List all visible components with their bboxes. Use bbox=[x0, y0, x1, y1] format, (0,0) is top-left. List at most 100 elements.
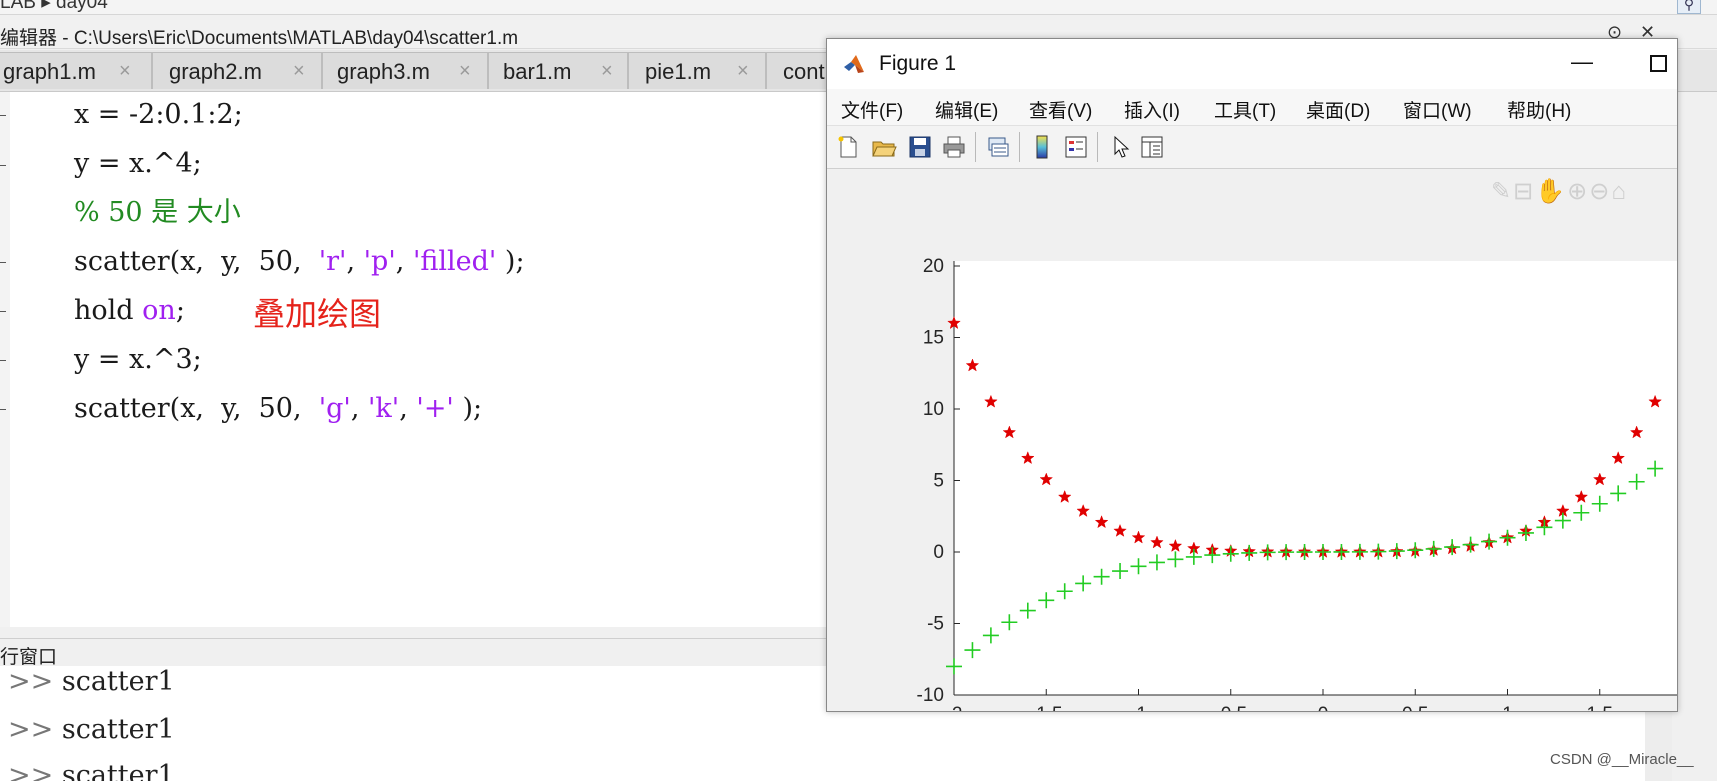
tab-graph1[interactable]: graph1.m × bbox=[0, 52, 152, 89]
command-window-title-bar: 行窗口 bbox=[0, 638, 830, 668]
code-line-5: hold on; bbox=[74, 295, 185, 327]
code-string: 'r' bbox=[318, 246, 347, 277]
code-keyword: on bbox=[142, 295, 176, 326]
command-history-line: >> scatter1 bbox=[8, 714, 175, 745]
y-tick-label: 0 bbox=[933, 542, 944, 563]
command-history-line: >> scatter1 bbox=[8, 666, 175, 697]
legend-icon[interactable] bbox=[1063, 134, 1089, 160]
menu-edit[interactable]: 编辑(E) bbox=[935, 96, 998, 123]
code-line-1: x = -2:0.1:2; bbox=[74, 99, 243, 130]
tab-label: graph2.m bbox=[169, 59, 262, 84]
open-icon[interactable] bbox=[871, 134, 897, 160]
prompt: >> bbox=[8, 760, 54, 781]
code-text: ); bbox=[453, 393, 483, 424]
tab-graph3[interactable]: graph3.m × bbox=[322, 52, 488, 89]
code-text: , bbox=[350, 393, 368, 424]
tab-close-icon[interactable]: × bbox=[459, 60, 471, 83]
tab-bar1[interactable]: bar1.m × bbox=[488, 52, 628, 89]
code-string: 'p' bbox=[363, 246, 396, 277]
tab-label: bar1.m bbox=[503, 59, 572, 84]
command-text: scatter1 bbox=[61, 760, 175, 781]
code-line-4: scatter(x, y, 50, 'r', 'p', 'filled' ); bbox=[74, 246, 525, 278]
code-text: hold bbox=[74, 295, 143, 326]
scatter-plot[interactable]: 20 15 10 5 0 -5 -10-2 -1.5 -1 -0.5 0 0.5 1 1.5 bbox=[827, 169, 1677, 711]
link-icon[interactable] bbox=[985, 134, 1011, 160]
toolbar-separator bbox=[1019, 132, 1020, 162]
y-tick-label: 10 bbox=[923, 399, 944, 420]
code-text: scatter(x, y, 50, bbox=[74, 393, 319, 424]
code-editor[interactable]: x = -2:0.1:2; y = x.^4; % 50 是 大小 scatte… bbox=[0, 92, 831, 627]
code-line-3-comment: % 50 是 大小 bbox=[74, 197, 241, 228]
breakpoint-marker[interactable] bbox=[0, 165, 6, 166]
search-icon[interactable]: ⚲ bbox=[1677, 0, 1701, 14]
code-text: , bbox=[399, 393, 417, 424]
menu-insert[interactable]: 插入(I) bbox=[1124, 96, 1180, 123]
pointer-icon[interactable] bbox=[1107, 134, 1133, 160]
figure-menu-bar: 文件(F) 编辑(E) 查看(V) 插入(I) 工具(T) 桌面(D) 窗口(W… bbox=[827, 89, 1677, 126]
x-tick-label: -1 bbox=[1130, 704, 1147, 711]
code-text: , bbox=[346, 246, 364, 277]
x-tick-label: -1.5 bbox=[1030, 704, 1063, 711]
print-icon[interactable] bbox=[941, 134, 967, 160]
menu-desktop[interactable]: 桌面(D) bbox=[1306, 96, 1370, 123]
breakpoint-marker[interactable] bbox=[0, 311, 6, 312]
path-breadcrumb-bar: LAB ▸ day04 ⚲ bbox=[0, 0, 1717, 15]
menu-tools[interactable]: 工具(T) bbox=[1214, 96, 1276, 123]
x-tick-label: -0.5 bbox=[1214, 704, 1247, 711]
tab-close-icon[interactable]: × bbox=[119, 60, 131, 83]
tab-label: graph3.m bbox=[337, 59, 430, 84]
axes-background bbox=[954, 261, 1677, 695]
figure-window[interactable]: Figure 1 — 文件(F) 编辑(E) 查看(V) 插入(I) 工具(T)… bbox=[826, 38, 1678, 712]
tab-label: cont bbox=[783, 59, 825, 84]
code-string: 'g' bbox=[318, 393, 351, 424]
menu-window[interactable]: 窗口(W) bbox=[1403, 96, 1472, 123]
x-tick-label: 0.5 bbox=[1402, 704, 1428, 711]
minimize-button[interactable]: — bbox=[1571, 49, 1593, 75]
toolbar-separator bbox=[1097, 132, 1098, 162]
breakpoint-marker[interactable] bbox=[0, 360, 6, 361]
prompt: >> bbox=[8, 666, 54, 697]
property-inspector-icon[interactable] bbox=[1139, 134, 1165, 160]
maximize-button[interactable] bbox=[1650, 55, 1667, 72]
toolbar-separator bbox=[975, 132, 976, 162]
command-history-line: >> scatter1 bbox=[8, 760, 175, 781]
x-tick-label: 1.5 bbox=[1587, 704, 1613, 711]
menu-help[interactable]: 帮助(H) bbox=[1507, 96, 1571, 123]
code-string: 'filled' bbox=[412, 246, 497, 277]
colorbar-icon[interactable] bbox=[1029, 134, 1055, 160]
tab-close-icon[interactable]: × bbox=[737, 60, 749, 83]
annotation-overlay-text: 叠加绘图 bbox=[253, 295, 382, 333]
x-tick-label: 0 bbox=[1318, 704, 1329, 711]
tab-close-icon[interactable]: × bbox=[293, 60, 305, 83]
editor-title: 编辑器 - C:\Users\Eric\Documents\MATLAB\day… bbox=[0, 28, 519, 49]
save-icon[interactable] bbox=[907, 134, 933, 160]
menu-view[interactable]: 查看(V) bbox=[1029, 96, 1092, 123]
matlab-logo-icon bbox=[844, 55, 864, 73]
tab-close-icon[interactable]: × bbox=[601, 60, 613, 83]
menu-file[interactable]: 文件(F) bbox=[841, 96, 903, 123]
breakpoint-marker[interactable] bbox=[0, 262, 6, 263]
command-text: scatter1 bbox=[61, 666, 175, 697]
tab-graph2[interactable]: graph2.m × bbox=[152, 52, 322, 89]
y-tick-label: 20 bbox=[923, 256, 944, 277]
y-tick-label: 5 bbox=[933, 471, 944, 492]
prompt: >> bbox=[8, 714, 54, 745]
y-tick-label: -5 bbox=[927, 614, 944, 635]
tab-label: pie1.m bbox=[645, 59, 712, 84]
code-string: '+' bbox=[416, 393, 454, 424]
code-text: scatter(x, y, 50, bbox=[74, 246, 319, 277]
y-tick-label: -10 bbox=[917, 685, 944, 706]
x-tick-label: 1 bbox=[1502, 704, 1513, 711]
code-line-6: y = x.^3; bbox=[74, 344, 202, 375]
breakpoint-marker[interactable] bbox=[0, 409, 6, 410]
command-text: scatter1 bbox=[61, 714, 175, 745]
tab-pie1[interactable]: pie1.m × bbox=[628, 52, 766, 89]
code-string: 'k' bbox=[368, 393, 400, 424]
figure-title-bar[interactable]: Figure 1 — bbox=[827, 39, 1677, 89]
figure-canvas[interactable]: ✎⊟✋⊕⊖⌂ 20151050-5-10-2-1.5-1-0.500.511.5 bbox=[827, 169, 1677, 711]
breadcrumb[interactable]: LAB ▸ day04 bbox=[0, 0, 108, 14]
new-figure-icon[interactable] bbox=[835, 134, 861, 160]
code-text: ); bbox=[496, 246, 525, 277]
breakpoint-marker[interactable] bbox=[0, 115, 6, 116]
watermark: CSDN @__Miracle__ bbox=[1550, 751, 1694, 768]
